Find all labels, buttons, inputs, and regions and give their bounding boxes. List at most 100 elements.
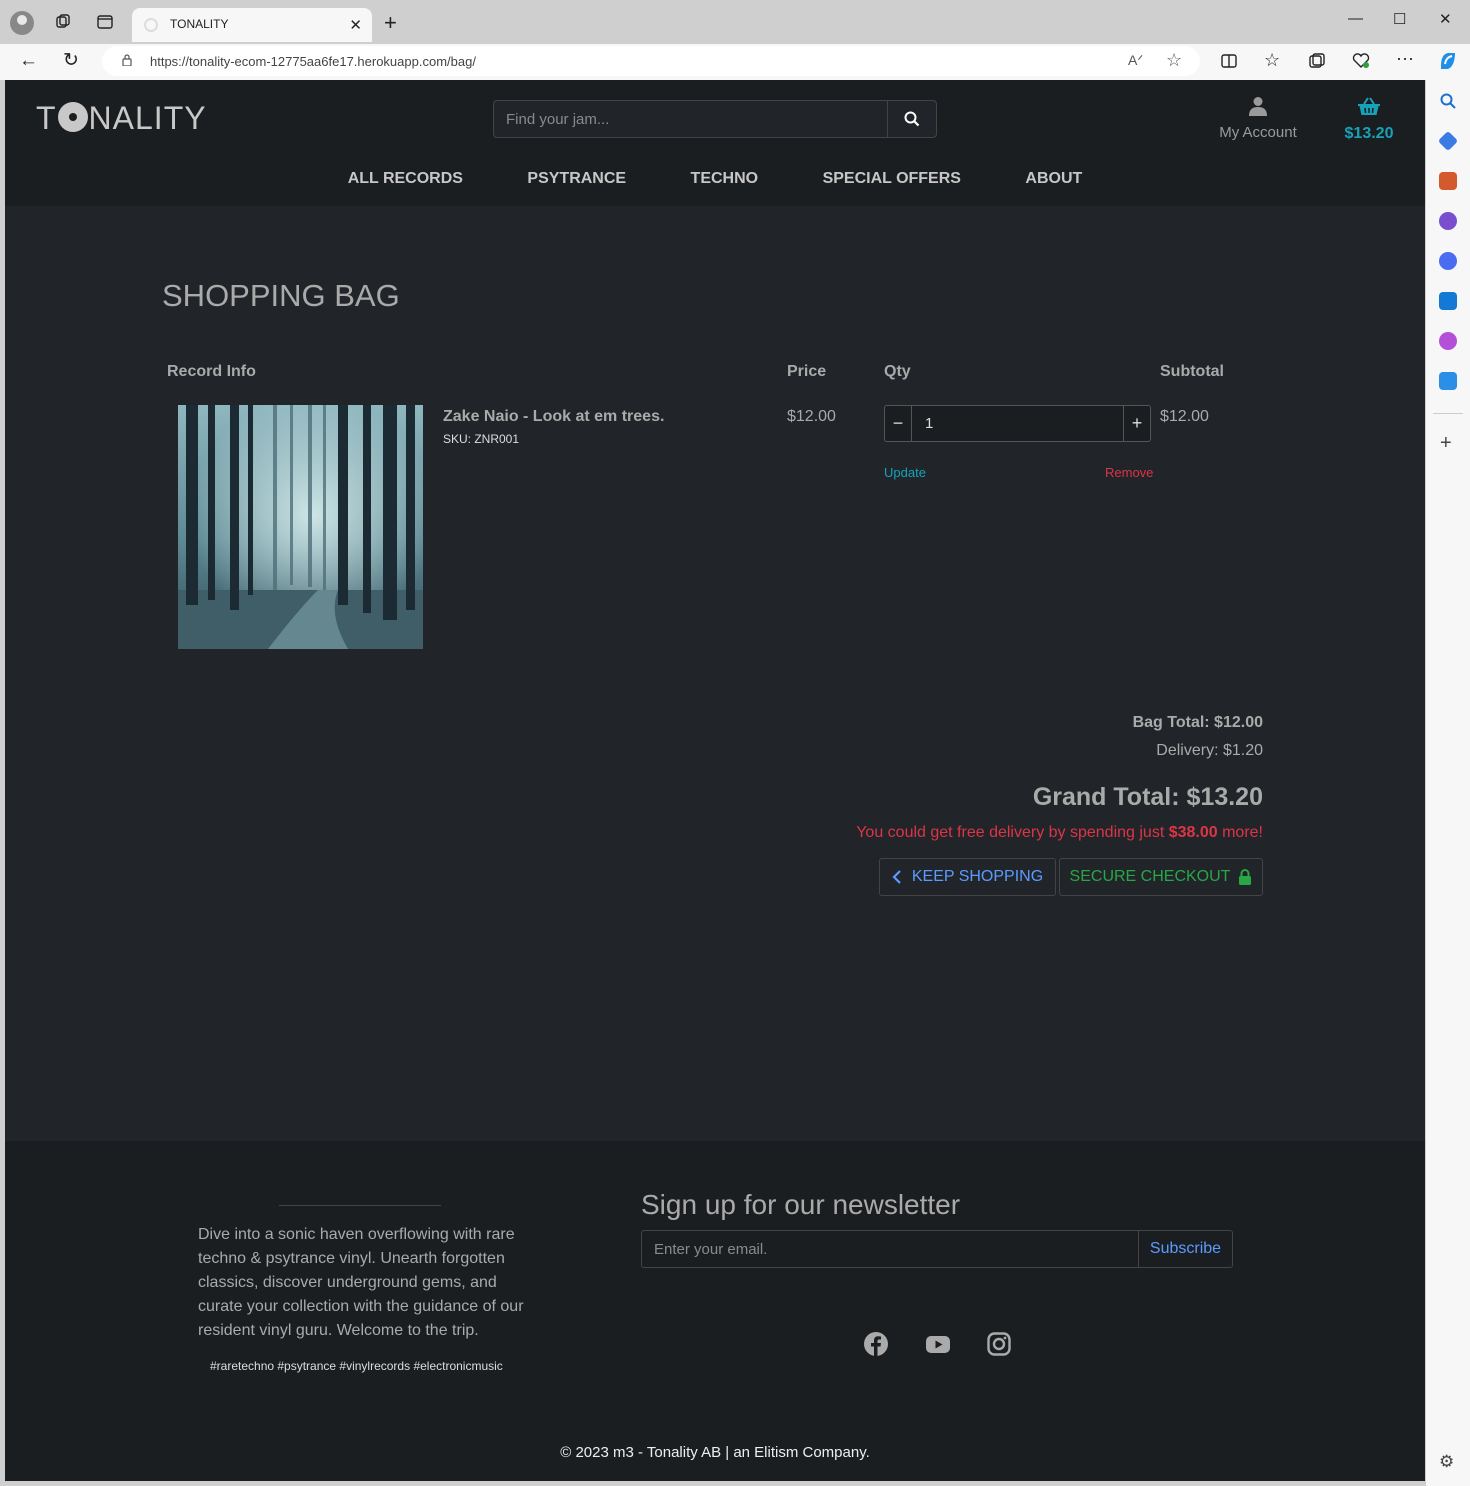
logo-text-start: T bbox=[36, 100, 57, 136]
favorites-icon[interactable]: ☆ bbox=[1264, 50, 1282, 70]
send-icon[interactable] bbox=[1439, 372, 1457, 390]
product-sku: SKU: ZNR001 bbox=[443, 432, 520, 446]
vinyl-record-icon bbox=[57, 102, 88, 132]
minimize-button[interactable]: — bbox=[1348, 10, 1363, 27]
back-arrow-icon[interactable]: ← bbox=[19, 51, 38, 71]
workspaces-icon[interactable] bbox=[55, 14, 71, 30]
site-footer: Dive into a sonic haven overflowing with… bbox=[5, 1141, 1425, 1481]
read-aloud-icon[interactable]: Aᐟ bbox=[1128, 52, 1143, 69]
youtube-icon[interactable] bbox=[925, 1331, 951, 1357]
tab-favicon bbox=[144, 18, 158, 32]
increment-qty-button[interactable]: + bbox=[1123, 406, 1150, 441]
nav-techno[interactable]: TECHNO bbox=[691, 170, 759, 188]
newsletter-form: Subscribe bbox=[641, 1230, 1233, 1268]
footer-divider bbox=[279, 1205, 441, 1206]
sidebar-divider bbox=[1433, 413, 1463, 414]
address-toolbar: ← ↻ https://tonality-ecom-12775aa6fe17.h… bbox=[0, 44, 1470, 80]
tab-actions-icon[interactable] bbox=[97, 14, 113, 30]
add-sidebar-app-icon[interactable]: + bbox=[1440, 432, 1452, 455]
decrement-qty-button[interactable]: − bbox=[885, 406, 912, 441]
product-price: $12.00 bbox=[787, 408, 836, 425]
quantity-input[interactable] bbox=[913, 406, 1123, 441]
delivery-cost: Delivery: $1.20 bbox=[1156, 742, 1263, 759]
site-header: T NALITY My Account $13.20 ALL RECORDS PS… bbox=[5, 80, 1425, 206]
games-icon[interactable] bbox=[1439, 212, 1457, 230]
search-icon[interactable] bbox=[1439, 92, 1457, 110]
more-menu-icon[interactable]: ··· bbox=[1396, 48, 1414, 68]
search-button[interactable] bbox=[887, 101, 936, 137]
shopping-bag-link[interactable]: $13.20 bbox=[1341, 96, 1397, 143]
new-tab-button[interactable]: + bbox=[384, 12, 397, 34]
microsoft-365-icon[interactable] bbox=[1439, 252, 1457, 270]
web-page: T NALITY My Account $13.20 ALL RECORDS PS… bbox=[5, 80, 1425, 1481]
copyright-text: © 2023 m3 - Tonality AB | an Elitism Com… bbox=[560, 1444, 870, 1461]
bag-total: Bag Total: $12.00 bbox=[1132, 714, 1263, 731]
browser-sidebar: + ⚙ bbox=[1426, 80, 1470, 1486]
browser-tab-strip: TONALITY ✕ + — ☐ ✕ bbox=[0, 0, 1470, 44]
logo-text-end: NALITY bbox=[88, 100, 207, 136]
record-cover-image bbox=[178, 405, 423, 649]
keep-shopping-button[interactable]: KEEP SHOPPING bbox=[879, 858, 1056, 896]
nav-about[interactable]: ABOUT bbox=[1025, 170, 1082, 188]
outlook-icon[interactable] bbox=[1439, 292, 1457, 310]
address-bar[interactable]: https://tonality-ecom-12775aa6fe17.herok… bbox=[102, 46, 1200, 76]
site-logo[interactable]: T NALITY bbox=[36, 100, 207, 137]
designer-icon[interactable] bbox=[1439, 332, 1457, 350]
column-header-qty: Qty bbox=[884, 363, 911, 380]
subscribe-button[interactable]: Subscribe bbox=[1138, 1231, 1232, 1267]
bag-total-amount: $13.20 bbox=[1344, 125, 1394, 142]
secure-checkout-button[interactable]: SECURE CHECKOUT bbox=[1059, 858, 1263, 896]
split-screen-icon[interactable] bbox=[1220, 52, 1238, 70]
nav-all-records[interactable]: ALL RECORDS bbox=[348, 170, 463, 188]
my-account-label: My Account bbox=[1219, 124, 1297, 141]
footer-about-text: Dive into a sonic haven overflowing with… bbox=[198, 1226, 524, 1339]
lock-icon bbox=[122, 54, 132, 66]
search-form bbox=[493, 100, 937, 138]
free-delivery-text-start: You could get free delivery by spending … bbox=[856, 824, 1169, 841]
keep-shopping-label: KEEP SHOPPING bbox=[911, 868, 1044, 885]
newsletter-title: Sign up for our newsletter bbox=[641, 1189, 961, 1220]
shopping-basket-icon bbox=[1358, 97, 1380, 115]
item-subtotal: $12.00 bbox=[1160, 408, 1209, 425]
copilot-icon[interactable] bbox=[1437, 50, 1459, 72]
my-account-link[interactable]: My Account bbox=[1213, 96, 1303, 141]
column-header-price: Price bbox=[787, 363, 827, 380]
url-text: https://tonality-ecom-12775aa6fe17.herok… bbox=[150, 54, 476, 69]
update-link[interactable]: Update bbox=[884, 465, 926, 480]
shopping-tag-icon[interactable] bbox=[1437, 130, 1459, 152]
grand-total: Grand Total: $13.20 bbox=[1032, 783, 1263, 811]
user-icon bbox=[1249, 97, 1267, 116]
main-navigation: ALL RECORDS PSYTRANCE TECHNO SPECIAL OFF… bbox=[5, 170, 1425, 188]
free-delivery-amount: $38.00 bbox=[1168, 824, 1218, 841]
active-tab[interactable]: TONALITY ✕ bbox=[132, 8, 372, 42]
close-window-button[interactable]: ✕ bbox=[1439, 10, 1452, 28]
quantity-stepper: − + bbox=[884, 405, 1151, 442]
column-header-subtotal: Subtotal bbox=[1160, 363, 1224, 380]
sidebar-settings-gear-icon[interactable]: ⚙ bbox=[1439, 1452, 1454, 1472]
lock-icon bbox=[1239, 869, 1252, 885]
free-delivery-notice: You could get free delivery by spending … bbox=[856, 824, 1263, 842]
search-input[interactable] bbox=[494, 101, 888, 137]
tab-close-icon[interactable]: ✕ bbox=[349, 16, 362, 34]
remove-link[interactable]: Remove bbox=[1105, 465, 1153, 480]
nav-psytrance[interactable]: PSYTRANCE bbox=[527, 170, 626, 188]
column-header-record-info: Record Info bbox=[167, 363, 256, 380]
secure-checkout-label: SECURE CHECKOUT bbox=[1069, 868, 1231, 885]
footer-hashtags: #raretechno #psytrance #vinylrecords #el… bbox=[210, 1359, 503, 1373]
facebook-icon[interactable] bbox=[863, 1331, 889, 1357]
email-field[interactable] bbox=[642, 1231, 1138, 1267]
free-delivery-text-end: more! bbox=[1217, 824, 1263, 841]
favorite-star-icon[interactable]: ☆ bbox=[1166, 50, 1182, 71]
chevron-left-icon bbox=[892, 870, 901, 884]
tab-title: TONALITY bbox=[170, 17, 229, 31]
product-name[interactable]: Zake Naio - Look at em trees. bbox=[443, 408, 664, 426]
tools-icon[interactable] bbox=[1439, 172, 1457, 190]
maximize-button[interactable]: ☐ bbox=[1393, 10, 1406, 28]
browser-essentials-icon[interactable] bbox=[1352, 52, 1370, 70]
collections-icon[interactable] bbox=[1308, 52, 1326, 70]
profile-avatar[interactable] bbox=[10, 11, 34, 35]
instagram-icon[interactable] bbox=[986, 1331, 1012, 1357]
nav-special-offers[interactable]: SPECIAL OFFERS bbox=[823, 170, 961, 188]
refresh-icon[interactable]: ↻ bbox=[63, 51, 79, 71]
search-icon bbox=[904, 111, 920, 127]
